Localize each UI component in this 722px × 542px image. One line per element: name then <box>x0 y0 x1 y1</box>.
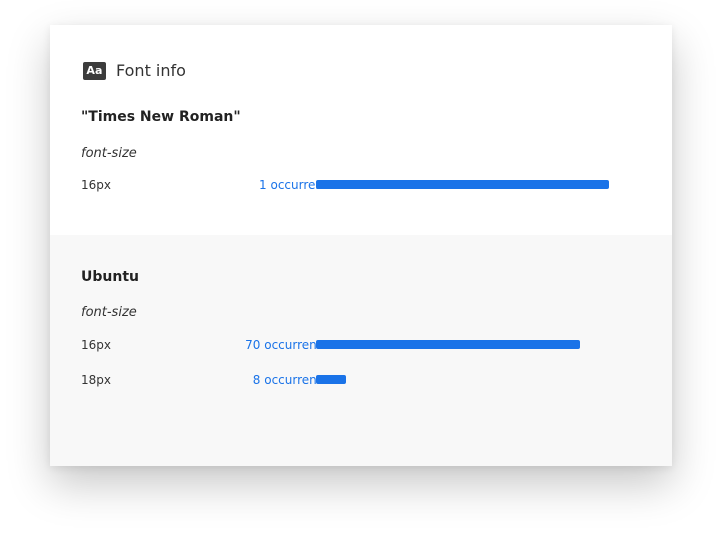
usage-bar-track <box>316 180 609 189</box>
font-size-value: 16px <box>81 178 111 192</box>
usage-row: 16px 1 occurrence <box>81 178 641 194</box>
font-aa-icon: Aa <box>83 61 106 80</box>
font-size-value: 18px <box>81 373 111 387</box>
panel-title: Font info <box>116 61 186 80</box>
usage-bar <box>316 340 580 349</box>
panel-header: Aa Font info <box>83 61 186 80</box>
font-name: "Times New Roman" <box>81 109 241 125</box>
font-name: Ubuntu <box>81 269 139 285</box>
font-size-value: 16px <box>81 338 111 352</box>
usage-bar-track <box>316 375 609 384</box>
usage-bar <box>316 375 347 384</box>
usage-row: 18px 8 occurrences <box>81 373 641 389</box>
usage-bar <box>316 180 609 189</box>
usage-row: 16px 70 occurrences <box>81 338 641 354</box>
font-section-times-new-roman: "Times New Roman" font-size 16px 1 occur… <box>50 95 672 235</box>
font-info-panel: Aa Font info "Times New Roman" font-size… <box>50 25 672 466</box>
font-section-ubuntu: Ubuntu font-size 16px 70 occurrences 18p… <box>50 235 672 466</box>
usage-bar-track <box>316 340 609 349</box>
property-name: font-size <box>81 305 137 320</box>
property-name: font-size <box>81 146 137 161</box>
